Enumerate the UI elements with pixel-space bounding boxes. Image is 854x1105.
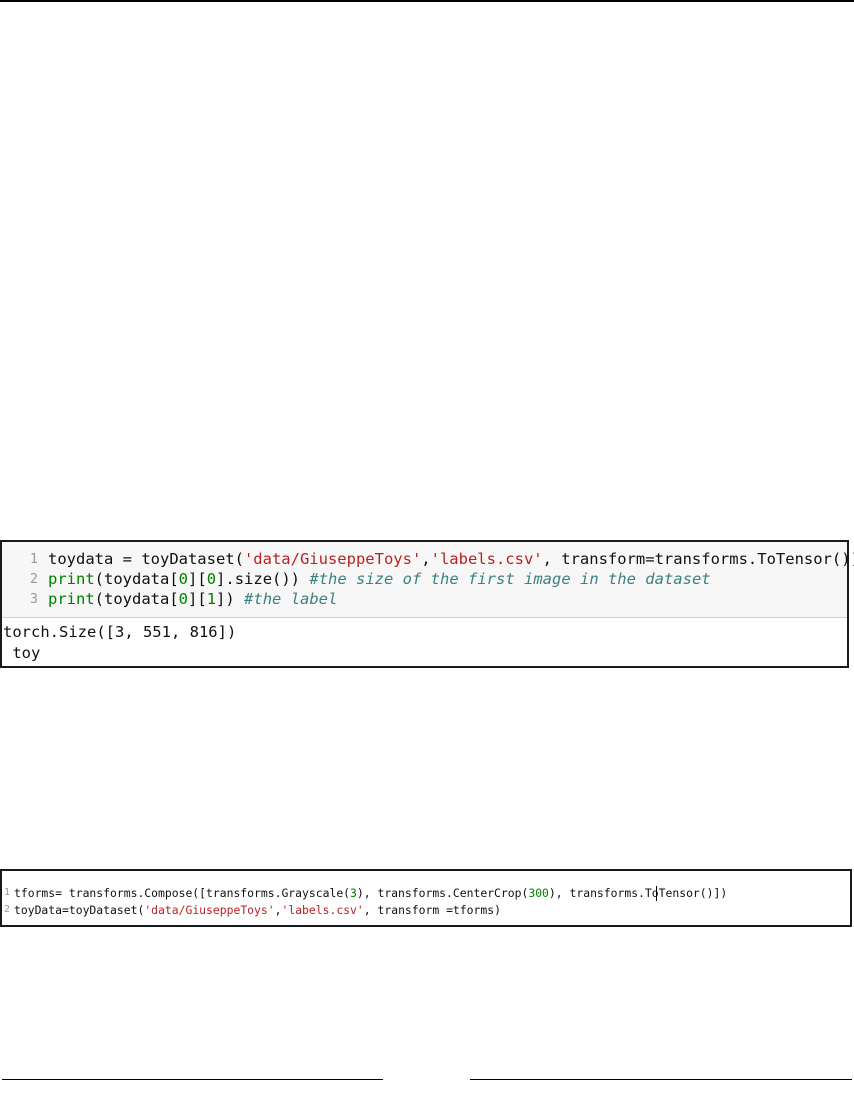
code-token: #the size of the first image in the data… (309, 570, 711, 588)
code-token: , (421, 550, 431, 568)
code-token: ]) (216, 590, 245, 608)
code-token: tforms= transforms.Compose([transforms.G… (14, 886, 351, 900)
line-number: 1 (29, 551, 38, 567)
code-token: toyData=toyDataset( (14, 903, 145, 917)
code-token: (toydata[ (94, 590, 179, 608)
code-token: , transform =tforms) (363, 903, 501, 917)
notebook-cell-2[interactable]: 1 tforms= transforms.Compose([transforms… (0, 869, 852, 927)
code-token: (toydata[ (94, 570, 179, 588)
code-token: ][ (188, 590, 207, 608)
code-token: , transform=transforms.ToTensor()) (542, 550, 854, 568)
code-line: toyData=toyDataset('data/GiuseppeToys','… (14, 902, 501, 918)
code-token: 300 (528, 886, 549, 900)
code-line: tforms= transforms.Compose([transforms.G… (14, 885, 727, 901)
notebook-cell-1[interactable]: 1 toydata = toyDataset('data/GiuseppeToy… (0, 540, 854, 668)
code-token: print (48, 590, 95, 608)
line-number: 2 (3, 904, 10, 915)
code-token: 0 (178, 590, 189, 608)
code-token: 'labels.csv' (281, 903, 364, 917)
code-token: 'data/GiuseppeToys' (144, 903, 275, 917)
cell-1-code-input[interactable]: 1 toydata = toyDataset('data/GiuseppeToy… (2, 542, 854, 618)
code-token: #the label (244, 590, 338, 608)
code-token: 0 (206, 570, 217, 588)
code-token: toydata = toyDataset( (48, 550, 244, 568)
page-top-rule (0, 0, 854, 2)
line-number: 2 (29, 571, 38, 587)
code-token: 'data/GiuseppeToys' (243, 550, 422, 568)
code-token: 0 (178, 570, 189, 588)
line-number: 1 (3, 887, 10, 898)
code-token: 1 (206, 590, 217, 608)
code-token: ].size()) (216, 570, 310, 588)
code-token: ), transforms.ToTensor()]) (548, 886, 728, 900)
output-line: torch.Size([3, 551, 816]) (3, 623, 237, 641)
line-number: 3 (29, 591, 38, 607)
footer-rule-left (2, 1079, 383, 1080)
code-token: 'labels.csv' (430, 550, 543, 568)
code-token: 3 (350, 886, 357, 900)
output-line: toy (3, 644, 41, 662)
code-line: print(toydata[0][0].size()) #the size of… (48, 569, 711, 589)
code-line: print(toydata[0][1]) #the label (48, 589, 337, 609)
code-token: ][ (188, 570, 207, 588)
text-cursor (656, 886, 657, 901)
cell-1-output: torch.Size([3, 551, 816]) toy (2, 618, 847, 666)
code-token: print (48, 570, 95, 588)
footer-rule-right (470, 1079, 852, 1080)
code-token: ), transforms.CenterCrop( (356, 886, 529, 900)
code-line: toydata = toyDataset('data/GiuseppeToys'… (48, 549, 854, 569)
